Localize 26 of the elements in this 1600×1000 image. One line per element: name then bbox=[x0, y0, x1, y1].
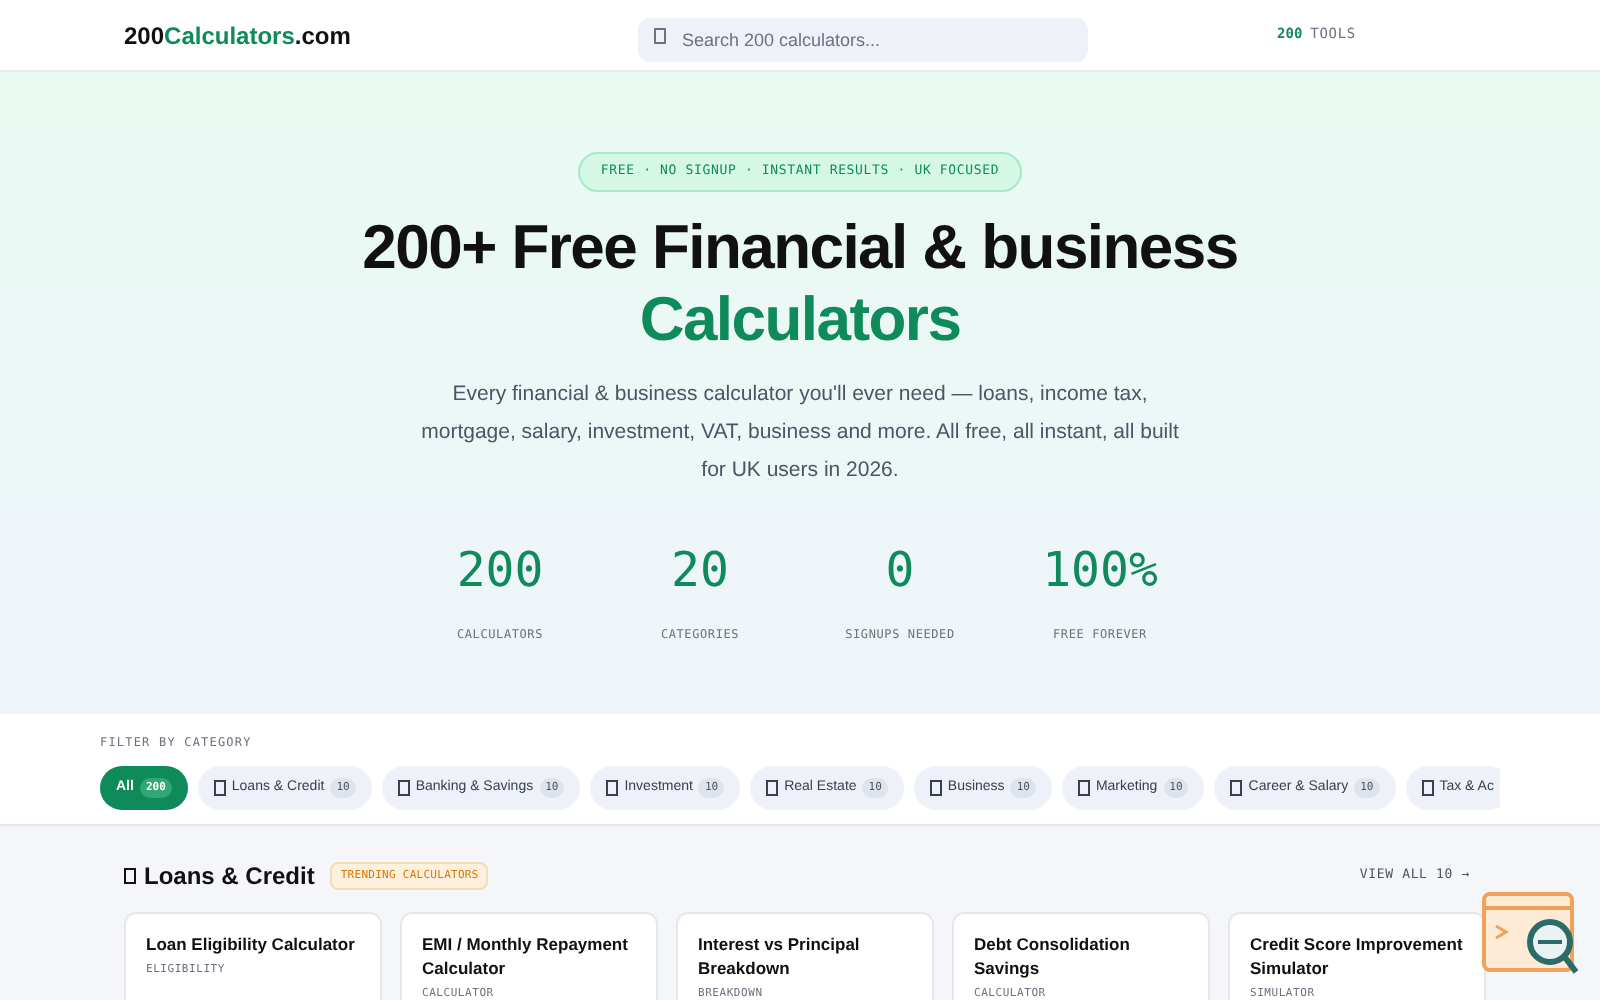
section-title: Loans & Credit bbox=[144, 860, 315, 894]
card-title: Debt Consolidation Savings bbox=[974, 932, 1132, 980]
glyph-icon bbox=[654, 27, 666, 43]
glyph-icon bbox=[124, 868, 136, 884]
help-widget-icon[interactable] bbox=[1482, 892, 1582, 976]
glyph-icon bbox=[606, 780, 619, 796]
stat-value: 100% bbox=[1042, 539, 1158, 602]
search-field[interactable]: Search 200 calculators... bbox=[638, 17, 1088, 61]
glyph-icon bbox=[1077, 780, 1090, 796]
card-title: EMI / Monthly Repayment Calculator bbox=[422, 932, 630, 980]
card-title: Interest vs Principal Breakdown bbox=[698, 932, 862, 980]
hero-subtitle: Every financial & business calculator you'll ever need — loans, income tax, mortgage, salary, investment, VAT, business and more. All free, all instant, all built for UK users in 2026. bbox=[420, 379, 1180, 486]
card-title: Loan Eligibility Calculator bbox=[146, 932, 357, 956]
glyph-icon bbox=[929, 780, 942, 796]
hero-title-accent: Calculators bbox=[639, 283, 961, 356]
hero-title: 200+ Free Financial & business bbox=[362, 211, 1238, 284]
glyph-icon bbox=[397, 780, 410, 796]
stat-value: 20 bbox=[671, 539, 729, 602]
stat-value: 0 bbox=[885, 539, 915, 602]
card-title: Credit Score Improvement Simulator bbox=[1250, 932, 1464, 980]
glyph-icon bbox=[1421, 780, 1434, 796]
stat-value: 200 bbox=[456, 539, 544, 602]
glyph-icon bbox=[213, 780, 226, 796]
glyph-icon bbox=[766, 780, 779, 796]
glyph-icon bbox=[1230, 780, 1243, 796]
site-logo[interactable]: 200Calculators.com bbox=[124, 17, 638, 53]
